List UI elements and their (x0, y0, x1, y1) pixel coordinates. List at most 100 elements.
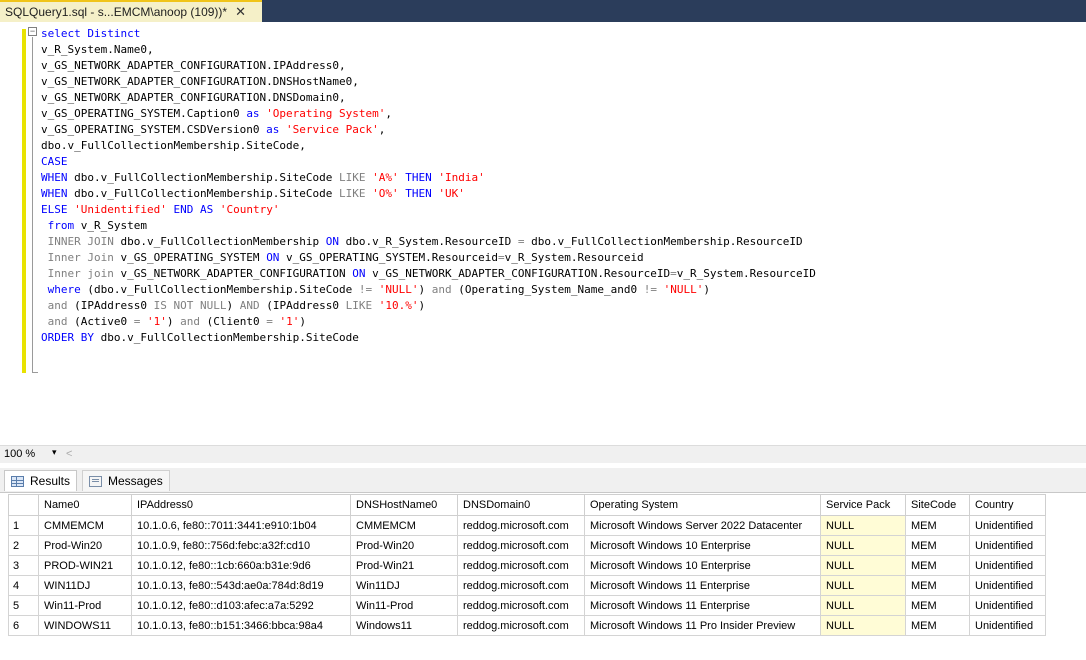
grid-cell[interactable]: Unidentified (969, 555, 1046, 576)
grid-cell[interactable]: MEM (905, 595, 970, 616)
grid-cell[interactable]: WINDOWS11 (38, 615, 132, 636)
code-line[interactable]: ELSE 'Unidentified' END AS 'Country' (41, 203, 279, 216)
table-row[interactable]: 3 PROD-WIN21 10.1.0.12, fe80::1cb:660a:b31… (8, 555, 1046, 576)
grid-cell[interactable]: NULL (820, 555, 906, 576)
grid-cell[interactable]: reddog.microsoft.com (457, 575, 585, 596)
tab-sqlquery1[interactable]: SQLQuery1.sql - s...EMCM\anoop (109))* ✕ (0, 0, 262, 22)
grid-cell[interactable]: Prod-Win20 (350, 535, 458, 556)
collapse-icon[interactable]: − (28, 27, 37, 36)
grid-cell[interactable]: NULL (820, 595, 906, 616)
column-header[interactable]: Name0 (38, 494, 132, 516)
grid-cell[interactable]: Unidentified (969, 595, 1046, 616)
grid-cell[interactable]: 10.1.0.6, fe80::7011:3441:e910:1b04 (131, 515, 351, 536)
grid-cell[interactable]: Microsoft Windows 11 Pro Insider Preview (584, 615, 821, 636)
grid-cell[interactable]: MEM (905, 575, 970, 596)
horizontal-scroll-left-icon[interactable]: < (66, 448, 72, 460)
code-line[interactable]: and (Active0 = '1') and (Client0 = '1') (41, 315, 306, 328)
grid-cell[interactable]: Win11-Prod (350, 595, 458, 616)
grid-cell[interactable]: MEM (905, 535, 970, 556)
code-line[interactable]: Inner Join v_GS_OPERATING_SYSTEM ON v_GS… (41, 251, 644, 264)
grid-cell[interactable]: NULL (820, 535, 906, 556)
grid-cell[interactable]: 10.1.0.12, fe80::1cb:660a:b31e:9d6 (131, 555, 351, 576)
table-row[interactable]: 6 WINDOWS11 10.1.0.13, fe80::b151:3466:bbc… (8, 615, 1046, 636)
grid-cell[interactable]: Microsoft Windows 11 Enterprise (584, 595, 821, 616)
tab-results[interactable]: Results (4, 470, 78, 491)
zoom-dropdown-icon[interactable]: ▾ (52, 447, 57, 458)
column-header[interactable]: IPAddress0 (131, 494, 351, 516)
code-line[interactable]: select Distinct (41, 27, 140, 40)
column-header[interactable]: Operating System (584, 494, 821, 516)
grid-cell[interactable]: 10.1.0.13, fe80::543d:ae0a:784d:8d19 (131, 575, 351, 596)
grid-cell[interactable]: reddog.microsoft.com (457, 615, 585, 636)
tab-messages[interactable]: Messages (82, 470, 170, 491)
row-number[interactable]: 5 (8, 595, 39, 616)
grid-cell[interactable]: reddog.microsoft.com (457, 595, 585, 616)
grid-cell[interactable]: reddog.microsoft.com (457, 535, 585, 556)
row-number[interactable]: 2 (8, 535, 39, 556)
results-grid[interactable]: Name0 IPAddress0 DNSHostName0 DNSDomain0 Ope… (8, 494, 1046, 636)
grid-cell[interactable]: 10.1.0.12, fe80::d103:afec:a7a:5292 (131, 595, 351, 616)
grid-cell[interactable]: MEM (905, 555, 970, 576)
code-line[interactable]: v_GS_NETWORK_ADAPTER_CONFIGURATION.IPAdd… (41, 59, 346, 72)
row-number[interactable]: 1 (8, 515, 39, 536)
code-line[interactable]: WHEN dbo.v_FullCollectionMembership.Site… (41, 171, 485, 184)
grid-cell[interactable]: Microsoft Windows 10 Enterprise (584, 535, 821, 556)
grid-cell[interactable]: CMMEMCM (38, 515, 132, 536)
grid-cell[interactable]: NULL (820, 615, 906, 636)
code-line[interactable]: v_GS_NETWORK_ADAPTER_CONFIGURATION.DNSDo… (41, 91, 346, 104)
table-row[interactable]: 2 Prod-Win20 10.1.0.9, fe80::756d:febc:a32… (8, 535, 1046, 556)
grid-cell[interactable]: reddog.microsoft.com (457, 555, 585, 576)
sql-code[interactable]: select Distinct v_R_System.Name0, v_GS_N… (41, 26, 816, 346)
code-line[interactable]: CASE (41, 155, 68, 168)
grid-cell[interactable]: 10.1.0.13, fe80::b151:3466:bbca:98a4 (131, 615, 351, 636)
row-number[interactable]: 4 (8, 575, 39, 596)
grid-cell[interactable]: NULL (820, 515, 906, 536)
code-line[interactable]: Inner join v_GS_NETWORK_ADAPTER_CONFIGUR… (41, 267, 816, 280)
grid-cell[interactable]: Unidentified (969, 615, 1046, 636)
zoom-level[interactable]: 100 % (4, 448, 35, 460)
code-line[interactable]: v_GS_OPERATING_SYSTEM.Caption0 as 'Opera… (41, 107, 392, 120)
grid-cell[interactable]: PROD-WIN21 (38, 555, 132, 576)
grid-cell[interactable]: reddog.microsoft.com (457, 515, 585, 536)
column-header[interactable]: Country (969, 494, 1046, 516)
table-row[interactable]: 4 WIN11DJ 10.1.0.13, fe80::543d:ae0a:784d:… (8, 575, 1046, 596)
row-number[interactable]: 6 (8, 615, 39, 636)
query-editor[interactable]: − select Distinct v_R_System.Name0, v_GS… (0, 22, 1086, 442)
grid-cell[interactable]: Windows11 (350, 615, 458, 636)
grid-cell[interactable]: Win11-Prod (38, 595, 132, 616)
code-line[interactable]: v_GS_OPERATING_SYSTEM.CSDVersion0 as 'Se… (41, 123, 385, 136)
grid-cell[interactable]: Microsoft Windows 11 Enterprise (584, 575, 821, 596)
column-header[interactable]: Service Pack (820, 494, 906, 516)
code-line[interactable]: from v_R_System (41, 219, 147, 232)
code-line[interactable]: where (dbo.v_FullCollectionMembership.Si… (41, 283, 710, 296)
close-tab-icon[interactable]: ✕ (235, 4, 246, 20)
grid-cell[interactable]: WIN11DJ (38, 575, 132, 596)
grid-cell[interactable]: Unidentified (969, 515, 1046, 536)
code-line[interactable]: INNER JOIN dbo.v_FullCollectionMembershi… (41, 235, 803, 248)
grid-cell[interactable]: Prod-Win20 (38, 535, 132, 556)
table-row[interactable]: 5 Win11-Prod 10.1.0.12, fe80::d103:afec:a7… (8, 595, 1046, 616)
column-header[interactable]: SiteCode (905, 494, 970, 516)
code-line[interactable]: v_GS_NETWORK_ADAPTER_CONFIGURATION.DNSHo… (41, 75, 359, 88)
grid-cell[interactable]: Microsoft Windows 10 Enterprise (584, 555, 821, 576)
code-line[interactable]: WHEN dbo.v_FullCollectionMembership.Site… (41, 187, 465, 200)
code-line[interactable]: and (IPAddress0 IS NOT NULL) AND (IPAddr… (41, 299, 426, 312)
table-row[interactable]: 1 CMMEMCM 10.1.0.6, fe80::7011:3441:e910:1… (8, 515, 1046, 536)
grid-cell[interactable]: Unidentified (969, 535, 1046, 556)
code-line[interactable]: v_R_System.Name0, (41, 43, 154, 56)
column-header[interactable] (8, 494, 39, 516)
code-line[interactable]: ORDER BY dbo.v_FullCollectionMembership.… (41, 331, 359, 344)
grid-cell[interactable]: Microsoft Windows Server 2022 Datacenter (584, 515, 821, 536)
row-number[interactable]: 3 (8, 555, 39, 576)
grid-cell[interactable]: NULL (820, 575, 906, 596)
grid-cell[interactable]: MEM (905, 515, 970, 536)
grid-cell[interactable]: Unidentified (969, 575, 1046, 596)
grid-cell[interactable]: 10.1.0.9, fe80::756d:febc:a32f:cd10 (131, 535, 351, 556)
grid-cell[interactable]: MEM (905, 615, 970, 636)
grid-cell[interactable]: Win11DJ (350, 575, 458, 596)
column-header[interactable]: DNSHostName0 (350, 494, 458, 516)
code-line[interactable]: dbo.v_FullCollectionMembership.SiteCode, (41, 139, 306, 152)
column-header[interactable]: DNSDomain0 (457, 494, 585, 516)
grid-cell[interactable]: Prod-Win21 (350, 555, 458, 576)
grid-cell[interactable]: CMMEMCM (350, 515, 458, 536)
